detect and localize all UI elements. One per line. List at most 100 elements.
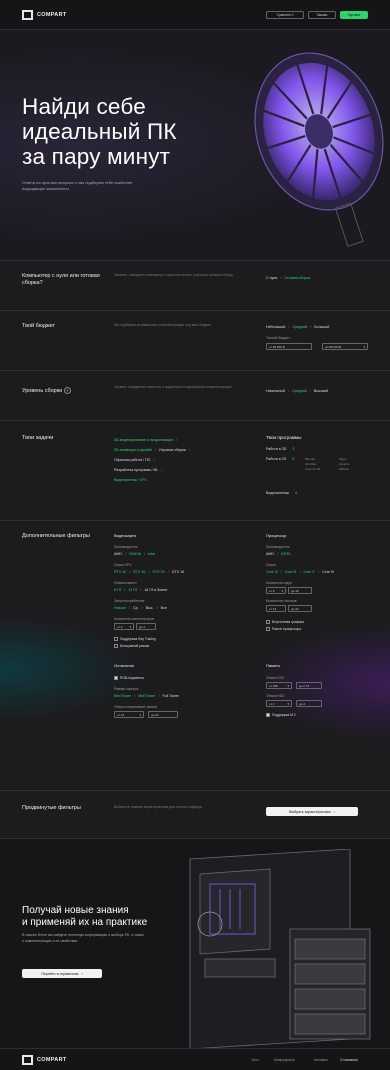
choose-specs-button[interactable]: Выбрать характеристики › — [266, 807, 358, 816]
fan-from-input[interactable]: от 2 ▾ — [114, 623, 134, 630]
video-series-label: Серия GPU — [114, 563, 132, 567]
option[interactable]: RTX 40 — [114, 570, 126, 574]
cpu-series-options: Core i3/Core i5/Core i7/Core i9 — [266, 569, 334, 574]
level-desc: Уровень определяет качество и надежность… — [114, 385, 232, 389]
threads-from-input[interactable]: от 12 — [266, 605, 286, 612]
level-basic[interactable]: Начальный — [266, 389, 285, 393]
hdd-to-input[interactable]: до 4 — [296, 700, 322, 707]
orders-button[interactable]: Заказы — [308, 11, 336, 19]
ssd-to-input[interactable]: до 2 Тб — [296, 682, 322, 689]
hero-title-line2: идеальный ПК — [22, 119, 177, 144]
level-high[interactable]: Высокий — [314, 389, 328, 393]
hdd-from-input[interactable]: от 1 ▾ — [266, 700, 292, 707]
ssd-from-input[interactable]: от 256 ▾ — [266, 682, 292, 689]
option[interactable]: Midi Tower — [138, 694, 155, 698]
level-medium[interactable]: Средний — [292, 389, 307, 393]
option[interactable]: Выс. — [146, 606, 154, 610]
cores-from-input[interactable]: от 6 ▾ — [266, 587, 286, 594]
option[interactable]: Core i3 — [266, 570, 278, 574]
option[interactable]: AMD — [266, 552, 274, 556]
checkbox-icon — [114, 644, 118, 649]
build-type-title: Компьютер с нуля или готовая сборка? — [22, 273, 100, 286]
option[interactable]: RTX 20 — [153, 570, 165, 574]
program-name[interactable]: ZBrush — [339, 467, 370, 472]
task-item[interactable]: Игровые сборки — [159, 448, 186, 452]
option[interactable]: RTX 30 — [133, 570, 145, 574]
option[interactable]: GTX 16 — [172, 570, 184, 574]
power-label: Энергопотребление — [114, 599, 145, 603]
task-item[interactable]: 3D-моделирование и визуализация — [114, 438, 173, 442]
option[interactable]: Низкое — [114, 606, 126, 610]
budget-title: Твой бюджет — [22, 323, 56, 329]
section-extra-filters: Дополнительные фильтры Видеокарта Произв… — [0, 520, 390, 790]
option[interactable]: Intel — [148, 552, 155, 556]
footer-link[interactable]: О компании — [340, 1058, 358, 1062]
cpu-maker-options: AMD / INTEL — [266, 551, 292, 556]
option[interactable]: AMD — [114, 552, 122, 556]
igpu-checkbox[interactable]: Встроенная графика — [266, 620, 304, 625]
section-build-type: Компьютер с нуля или готовая сборка? Ука… — [0, 260, 390, 310]
task-item[interactable]: Видеомонтаж / VFX — [114, 478, 147, 482]
go-to-guide-button[interactable]: Перейти в справочник › — [22, 969, 102, 978]
budget-medium[interactable]: Средний — [293, 325, 308, 329]
option-from-scratch[interactable]: С нуля — [266, 276, 277, 280]
program-row[interactable]: Видеомонтаж 4 — [266, 491, 297, 495]
program-row[interactable]: Работа в 3D 3 — [266, 447, 294, 451]
option[interactable]: Core i9 — [322, 570, 334, 574]
option[interactable]: 8 Гб — [114, 588, 121, 592]
footer-link[interactable]: Блог — [252, 1058, 259, 1062]
ram-from-input[interactable]: от 16 ▾ — [114, 711, 144, 718]
task-item[interactable]: Офисная работа / ПО — [114, 458, 150, 462]
extra-filters-title: Дополнительные фильтры — [22, 533, 90, 539]
fan-to-input[interactable]: до 3 — [136, 623, 156, 630]
cores-to-input[interactable]: до 16 — [288, 587, 312, 594]
logo-icon[interactable] — [22, 1055, 33, 1065]
budget-from-input[interactable]: от 48 000 ₽ — [266, 343, 312, 350]
option[interactable]: Full Tower — [162, 694, 178, 698]
option[interactable]: 16 Гб и более — [144, 588, 167, 592]
task-item[interactable]: 3D-анимация и дизайн — [114, 448, 152, 452]
m2-checkbox[interactable]: Поддержка M.2 — [266, 713, 296, 718]
budget-desc: Мы подберем оптимальные комплектующие по… — [114, 323, 212, 327]
option-ready-build[interactable]: Готовая сборка — [284, 276, 310, 280]
checkbox-icon — [266, 627, 270, 632]
cpu-title: Процессор — [266, 533, 287, 538]
vram-options: 8 Гб/12 Гб/16 Гб и более — [114, 587, 168, 592]
option[interactable]: Core i7 — [303, 570, 315, 574]
logo-icon[interactable] — [22, 10, 33, 20]
compare-button[interactable]: Сравнить 0 — [266, 11, 304, 19]
silent-checkbox[interactable]: Бесшумный режим — [114, 644, 149, 649]
option[interactable]: Ср. — [133, 606, 139, 610]
cooler-fan-illustration — [254, 52, 384, 247]
level-title: Уровень сборки ? — [22, 387, 71, 395]
budget-large[interactable]: Большой — [314, 325, 329, 329]
raytracing-checkbox[interactable]: Поддержка Ray Tracing — [114, 637, 156, 642]
option[interactable]: 12 Гб — [128, 588, 137, 592]
section-tasks: Твои задачи 3D-моделирование и визуализа… — [0, 420, 390, 520]
rgb-checkbox[interactable]: RGB-подсветка — [114, 676, 144, 681]
option[interactable]: Все — [161, 606, 167, 610]
option[interactable]: Mini Tower — [114, 694, 131, 698]
video-series-options: RTX 40/RTX 30/RTX 20/GTX 16 — [114, 569, 185, 574]
threads-to-input[interactable]: до 32 — [288, 605, 312, 612]
option[interactable]: Core i5 — [285, 570, 297, 574]
program-name[interactable]: Cinema 4D — [305, 467, 336, 472]
footer-link[interactable]: Контакты — [314, 1058, 328, 1062]
budget-small[interactable]: Небольшой — [266, 325, 285, 329]
logo-text[interactable]: COMPART — [37, 1057, 67, 1063]
fan-label: Количество вентиляторов — [114, 617, 154, 621]
cart-button[interactable]: Корзина — [340, 11, 368, 19]
threads-label: Количество потоков — [266, 599, 297, 603]
logo-text[interactable]: COMPART — [37, 12, 67, 18]
program-row[interactable]: Работа в 2D 6 — [266, 457, 294, 461]
ram-to-input[interactable]: до 64 — [148, 711, 178, 718]
budget-to-input[interactable]: до 80 000 ₽ ▾ — [322, 343, 368, 350]
option[interactable]: NVIDIA — [129, 552, 141, 556]
help-icon[interactable]: ? — [63, 387, 71, 394]
option[interactable]: INTEL — [281, 552, 291, 556]
overclock-checkbox[interactable]: Разгон процессора — [266, 627, 301, 632]
task-item[interactable]: Разработка программ / ML — [114, 468, 158, 472]
footer-link[interactable]: Конфигуратор — [274, 1058, 295, 1062]
tasks-list: 3D-моделирование и визуализация/ 3D-аним… — [114, 437, 191, 482]
knowledge-promo: Получай новые знания и применяй их на пр… — [0, 838, 390, 1048]
